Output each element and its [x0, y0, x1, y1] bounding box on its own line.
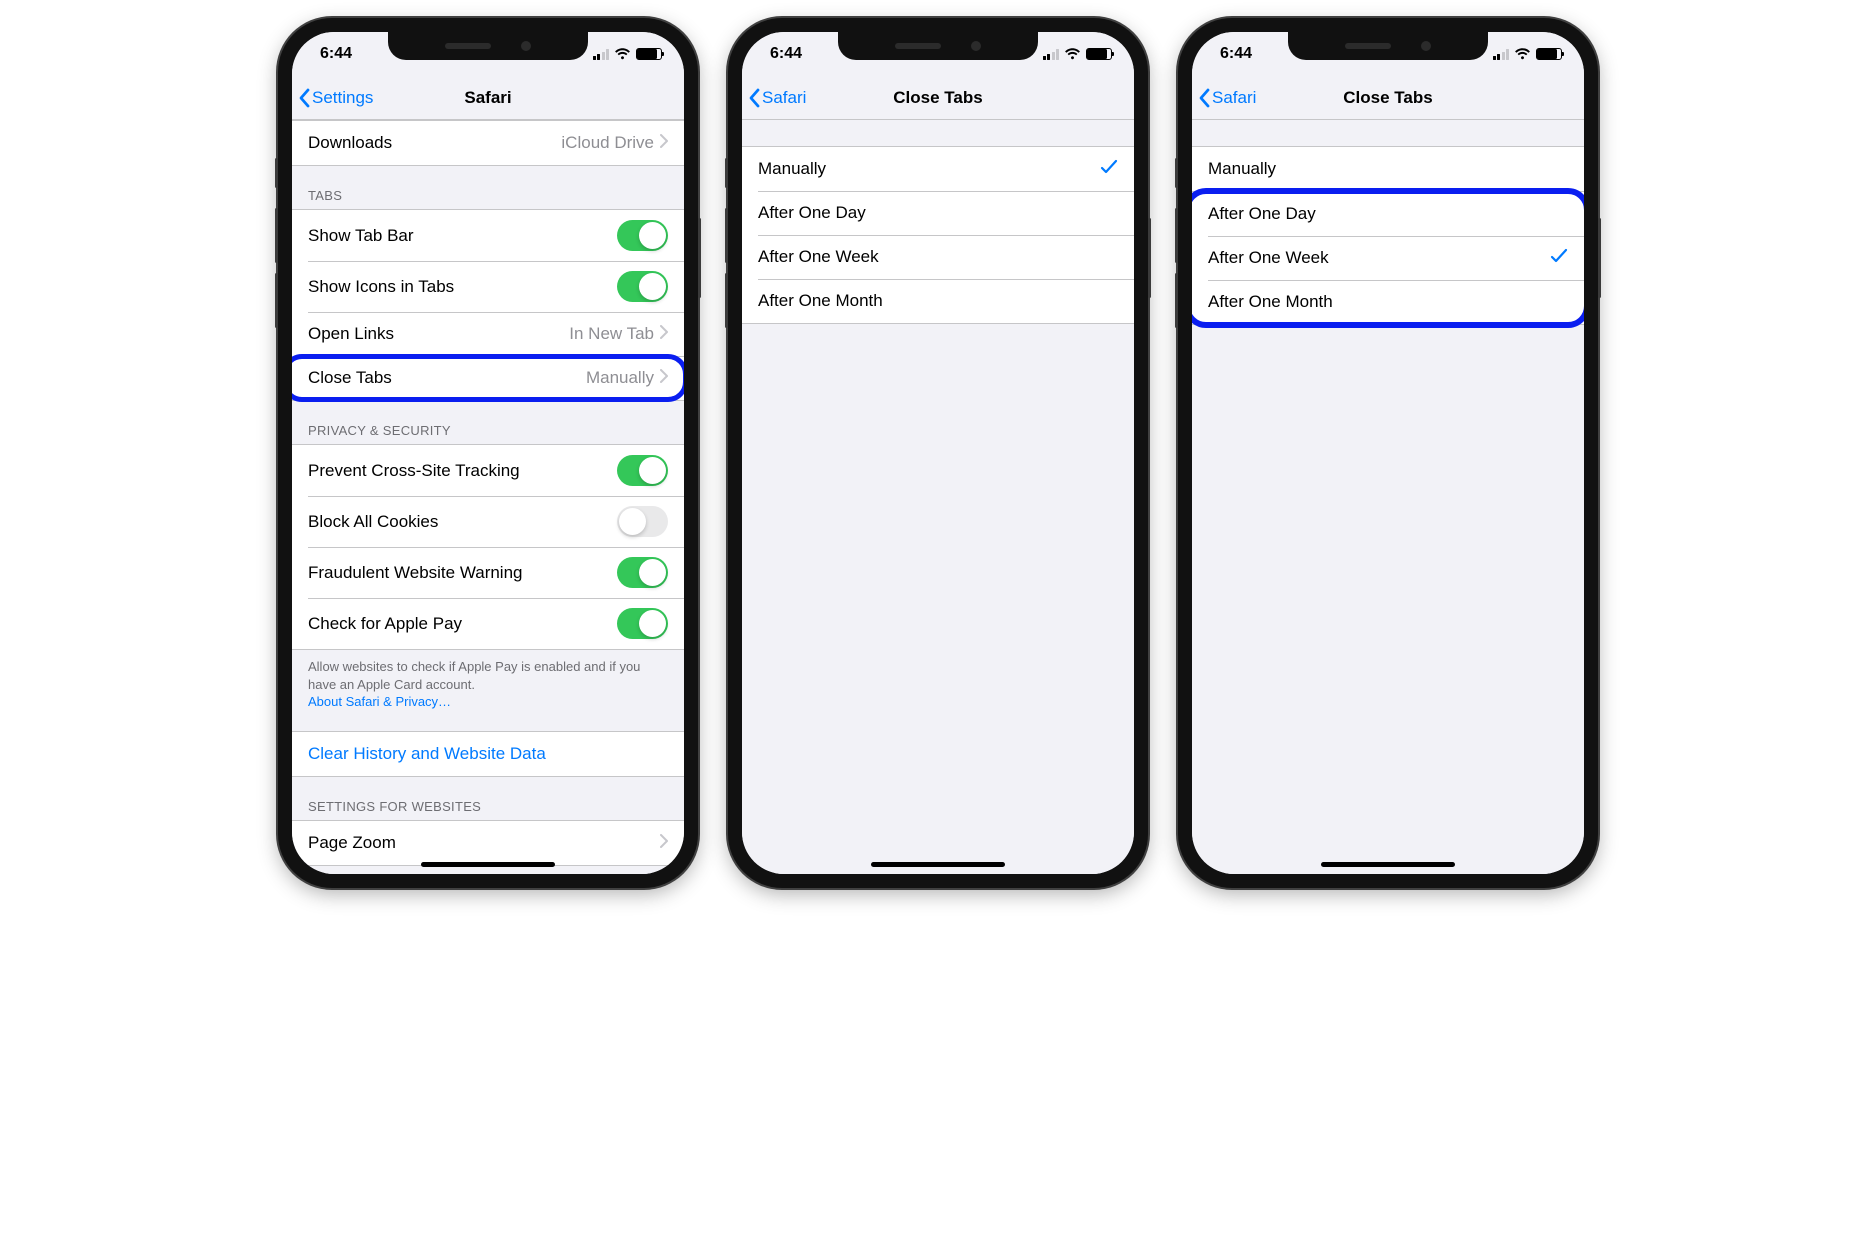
toggle-fraud[interactable]: [617, 557, 668, 588]
back-label: Safari: [1212, 88, 1256, 108]
chevron-left-icon: [298, 88, 310, 108]
row-clear-history[interactable]: Clear History and Website Data: [292, 732, 684, 776]
option-label: After One Day: [758, 203, 1118, 223]
row-close-tabs[interactable]: Close Tabs Manually: [292, 356, 684, 400]
option-label: After One Month: [758, 291, 1118, 311]
toggle-block-cookies[interactable]: [617, 506, 668, 537]
option-manually[interactable]: Manually: [742, 147, 1134, 191]
nav-bar: Safari Close Tabs: [1192, 76, 1584, 120]
row-fraud[interactable]: Fraudulent Website Warning: [292, 547, 684, 598]
section-header-privacy: Privacy & Security: [292, 401, 684, 444]
page-title: Close Tabs: [1343, 88, 1432, 108]
row-show-tab-bar[interactable]: Show Tab Bar: [292, 210, 684, 261]
back-button[interactable]: Safari: [748, 88, 806, 108]
row-label: Downloads: [308, 133, 561, 153]
row-label: Show Icons in Tabs: [308, 277, 617, 297]
cellular-icon: [593, 49, 610, 60]
option-manually[interactable]: Manually: [1192, 147, 1584, 191]
battery-icon: [1086, 48, 1112, 60]
row-cross-site[interactable]: Prevent Cross-Site Tracking: [292, 445, 684, 496]
option-one-day[interactable]: After One Day: [1192, 192, 1584, 236]
nav-bar: Settings Safari: [292, 76, 684, 120]
option-one-week[interactable]: After One Week: [742, 235, 1134, 279]
phone-frame-3: 6:44 Safari Close Tabs Manually Af: [1178, 18, 1598, 888]
cellular-icon: [1493, 49, 1510, 60]
row-label: Show Tab Bar: [308, 226, 617, 246]
page-title: Safari: [464, 88, 511, 108]
option-label: After One Week: [1208, 248, 1550, 268]
row-label: Block All Cookies: [308, 512, 617, 532]
chevron-left-icon: [1198, 88, 1210, 108]
row-downloads[interactable]: Downloads iCloud Drive: [292, 121, 684, 165]
status-time: 6:44: [1220, 45, 1252, 63]
back-button[interactable]: Settings: [298, 88, 373, 108]
option-label: After One Month: [1208, 292, 1568, 312]
option-one-month[interactable]: After One Month: [742, 279, 1134, 323]
row-value: In New Tab: [569, 324, 654, 344]
footer-text: Allow websites to check if Apple Pay is …: [308, 659, 640, 692]
privacy-link[interactable]: About Safari & Privacy…: [308, 694, 451, 709]
checkmark-icon: [1100, 159, 1118, 180]
toggle-cross-site[interactable]: [617, 455, 668, 486]
settings-content[interactable]: Downloads iCloud Drive Tabs Show Tab Bar…: [292, 120, 684, 874]
section-header-websites: Settings for Websites: [292, 777, 684, 820]
phone-frame-1: 6:44 Settings Safari Downloads iCloud Dr…: [278, 18, 698, 888]
row-show-icons[interactable]: Show Icons in Tabs: [292, 261, 684, 312]
row-label: Page Zoom: [308, 833, 660, 853]
row-label: Clear History and Website Data: [308, 744, 668, 764]
row-apple-pay[interactable]: Check for Apple Pay: [292, 598, 684, 649]
option-one-week[interactable]: After One Week: [1192, 236, 1584, 280]
chevron-left-icon: [748, 88, 760, 108]
row-label: Fraudulent Website Warning: [308, 563, 617, 583]
toggle-apple-pay[interactable]: [617, 608, 668, 639]
option-one-month[interactable]: After One Month: [1192, 280, 1584, 324]
back-button[interactable]: Safari: [1198, 88, 1256, 108]
phone-frame-2: 6:44 Safari Close Tabs Manually After: [728, 18, 1148, 888]
cellular-icon: [1043, 49, 1060, 60]
options-content[interactable]: Manually After One Day After One Week Af…: [742, 120, 1134, 874]
chevron-right-icon: [660, 368, 668, 388]
wifi-icon: [1064, 48, 1081, 60]
row-value: Manually: [586, 368, 654, 388]
status-time: 6:44: [320, 45, 352, 63]
row-value: iCloud Drive: [561, 133, 654, 153]
status-time: 6:44: [770, 45, 802, 63]
chevron-right-icon: [660, 133, 668, 153]
chevron-right-icon: [660, 833, 668, 853]
home-indicator[interactable]: [421, 862, 555, 867]
options-content[interactable]: Manually After One Day After One Week Af…: [1192, 120, 1584, 874]
row-label: Prevent Cross-Site Tracking: [308, 461, 617, 481]
checkmark-icon: [1550, 248, 1568, 269]
row-label: Check for Apple Pay: [308, 614, 617, 634]
section-header-tabs: Tabs: [292, 166, 684, 209]
row-label: Open Links: [308, 324, 569, 344]
row-page-zoom[interactable]: Page Zoom: [292, 821, 684, 865]
row-label: Close Tabs: [308, 368, 586, 388]
wifi-icon: [614, 48, 631, 60]
toggle-show-tab-bar[interactable]: [617, 220, 668, 251]
back-label: Settings: [312, 88, 373, 108]
chevron-right-icon: [660, 324, 668, 344]
option-label: After One Day: [1208, 204, 1568, 224]
battery-icon: [636, 48, 662, 60]
toggle-show-icons[interactable]: [617, 271, 668, 302]
back-label: Safari: [762, 88, 806, 108]
notch: [838, 32, 1038, 60]
battery-icon: [1536, 48, 1562, 60]
home-indicator[interactable]: [1321, 862, 1455, 867]
home-indicator[interactable]: [871, 862, 1005, 867]
option-label: Manually: [758, 159, 1100, 179]
section-footer-privacy: Allow websites to check if Apple Pay is …: [292, 650, 684, 717]
option-label: After One Week: [758, 247, 1118, 267]
page-title: Close Tabs: [893, 88, 982, 108]
option-one-day[interactable]: After One Day: [742, 191, 1134, 235]
row-block-cookies[interactable]: Block All Cookies: [292, 496, 684, 547]
nav-bar: Safari Close Tabs: [742, 76, 1134, 120]
notch: [388, 32, 588, 60]
row-open-links[interactable]: Open Links In New Tab: [292, 312, 684, 356]
wifi-icon: [1514, 48, 1531, 60]
notch: [1288, 32, 1488, 60]
option-label: Manually: [1208, 159, 1568, 179]
